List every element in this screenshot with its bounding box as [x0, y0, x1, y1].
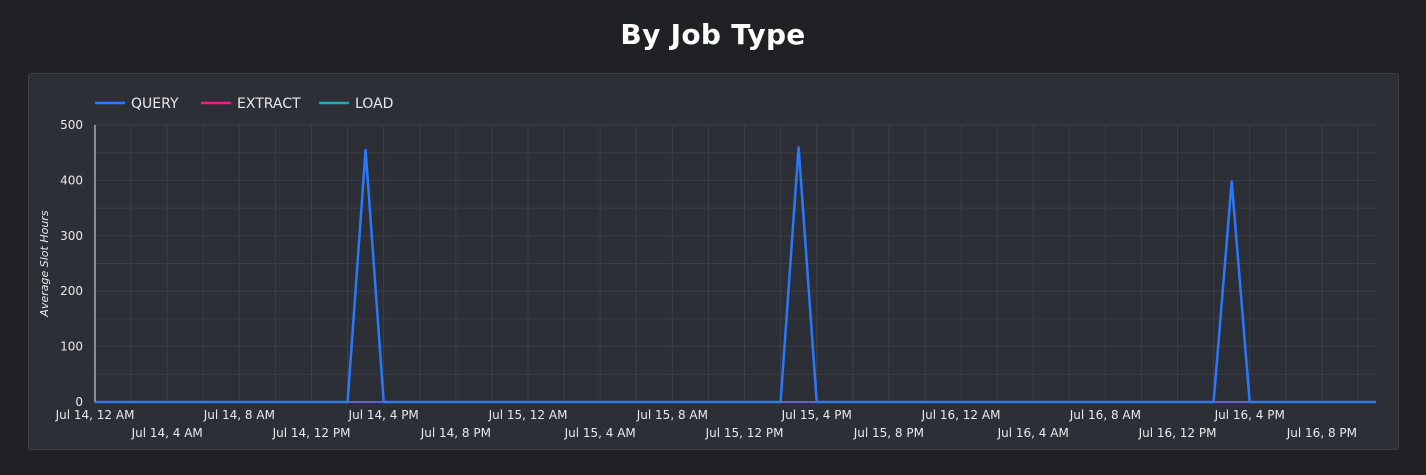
x-tick-label: Jul 14, 12 AM: [55, 408, 135, 422]
x-tick-label: Jul 15, 12 PM: [705, 426, 784, 440]
y-tick-label: 300: [60, 229, 83, 243]
x-tick-label: Jul 14, 4 PM: [348, 408, 419, 422]
y-tick-label: 200: [60, 284, 83, 298]
legend-label-query[interactable]: QUERY: [131, 96, 179, 112]
x-tick-label: Jul 16, 4 AM: [997, 426, 1069, 440]
line-chart: QUERY EXTRACT LOAD 0 100 200 300 400 500 Jul 14…: [38, 96, 1376, 440]
x-tick-label: Jul 15, 12 AM: [488, 408, 568, 422]
chart-legend: QUERY EXTRACT LOAD: [95, 96, 393, 112]
legend-label-load[interactable]: LOAD: [355, 96, 393, 112]
x-tick-label: Jul 16, 12 PM: [1138, 426, 1217, 440]
chart-card: QUERY EXTRACT LOAD 0 100 200 300 400 500 Jul 14…: [28, 73, 1399, 450]
chart-grid: [94, 124, 1376, 403]
x-axis-ticks: Jul 14, 12 AM Jul 14, 4 AMJul 14, 8 AM Jul…: [55, 408, 1357, 440]
x-tick-label: Jul 16, 8 PM: [1286, 426, 1357, 440]
y-tick-label: 100: [60, 340, 83, 354]
x-tick-label: Jul 14, 4 AM: [131, 426, 203, 440]
x-tick-label: Jul 14, 12 PM: [272, 426, 351, 440]
y-axis-ticks: 0 100 200 300 400 500: [60, 118, 83, 409]
page-title: By Job Type: [620, 18, 806, 51]
x-tick-label: Jul 16, 8 AM: [1069, 408, 1141, 422]
y-axis-title: Average Slot Hours: [38, 210, 51, 317]
series-line-query[interactable]: [95, 145, 1376, 404]
x-tick-label: Jul 16, 4 PM: [1214, 408, 1285, 422]
y-tick-label: 0: [75, 395, 83, 409]
y-tick-label: 400: [60, 173, 83, 187]
x-tick-label: Jul 14, 8 PM: [420, 426, 491, 440]
x-tick-label: Jul 15, 8 AM: [636, 408, 708, 422]
x-tick-label: Jul 15, 8 PM: [853, 426, 924, 440]
legend-label-extract[interactable]: EXTRACT: [237, 96, 301, 112]
x-tick-label: Jul 15, 4 AM: [564, 426, 636, 440]
x-tick-label: Jul 15, 4 PM: [781, 408, 852, 422]
x-tick-label: Jul 16, 12 AM: [921, 408, 1001, 422]
x-tick-label: Jul 14, 8 AM: [203, 408, 275, 422]
chart-series: [95, 145, 1376, 404]
y-tick-label: 500: [60, 118, 83, 132]
